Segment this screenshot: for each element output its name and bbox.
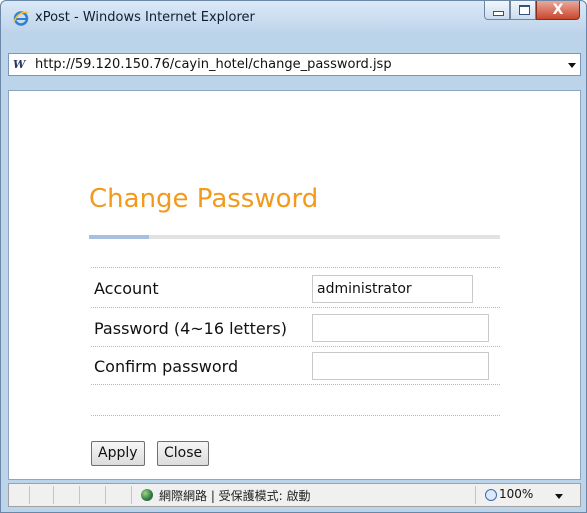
maximize-icon bbox=[519, 5, 530, 15]
confirm-password-label: Confirm password bbox=[94, 357, 239, 376]
maximize-button[interactable] bbox=[510, 1, 536, 20]
title-underline bbox=[89, 235, 500, 239]
chevron-down-icon[interactable] bbox=[555, 494, 563, 499]
account-label: Account bbox=[94, 279, 159, 298]
status-divider bbox=[475, 486, 476, 504]
minimize-icon bbox=[493, 11, 504, 16]
address-url[interactable]: http://59.120.150.76/cayin_hotel/change_… bbox=[35, 57, 392, 72]
minimize-button[interactable] bbox=[484, 1, 510, 20]
status-divider bbox=[131, 486, 132, 504]
security-zone-text[interactable]: 網際網路 | 受保護模式: 啟動 bbox=[159, 487, 311, 504]
site-favicon-icon: W bbox=[13, 58, 26, 71]
apply-button[interactable]: Apply bbox=[91, 441, 145, 466]
globe-icon bbox=[141, 489, 153, 501]
window-title: xPost - Windows Internet Explorer bbox=[35, 10, 255, 25]
password-field[interactable] bbox=[312, 314, 489, 342]
close-icon: X bbox=[552, 2, 564, 18]
internet-explorer-icon bbox=[13, 11, 29, 26]
status-divider bbox=[105, 486, 106, 504]
chevron-down-icon[interactable] bbox=[568, 63, 576, 68]
close-button[interactable]: Close bbox=[157, 441, 210, 466]
divider bbox=[91, 415, 500, 416]
browser-window: xPost - Windows Internet Explorer X W ht… bbox=[0, 0, 587, 513]
status-bar: 網際網路 | 受保護模式: 啟動 100% bbox=[8, 483, 581, 507]
page-content: Change Password Account Password (4~16 l… bbox=[8, 90, 581, 480]
close-window-button[interactable]: X bbox=[536, 1, 580, 20]
address-bar[interactable]: W http://59.120.150.76/cayin_hotel/chang… bbox=[8, 53, 581, 76]
title-bar: xPost - Windows Internet Explorer X bbox=[1, 1, 586, 35]
title-underline-accent bbox=[89, 235, 149, 239]
account-field[interactable] bbox=[312, 275, 473, 303]
zoom-icon[interactable] bbox=[485, 489, 497, 501]
page-title: Change Password bbox=[89, 184, 319, 214]
divider bbox=[91, 346, 500, 347]
status-divider bbox=[53, 486, 54, 504]
zoom-level[interactable]: 100% bbox=[499, 487, 533, 501]
password-label: Password (4~16 letters) bbox=[94, 319, 287, 338]
status-divider bbox=[29, 486, 30, 504]
divider bbox=[91, 384, 500, 385]
divider bbox=[91, 267, 500, 268]
window-controls: X bbox=[484, 1, 580, 23]
status-divider bbox=[79, 486, 80, 504]
divider bbox=[91, 307, 500, 308]
confirm-password-field[interactable] bbox=[312, 352, 489, 380]
